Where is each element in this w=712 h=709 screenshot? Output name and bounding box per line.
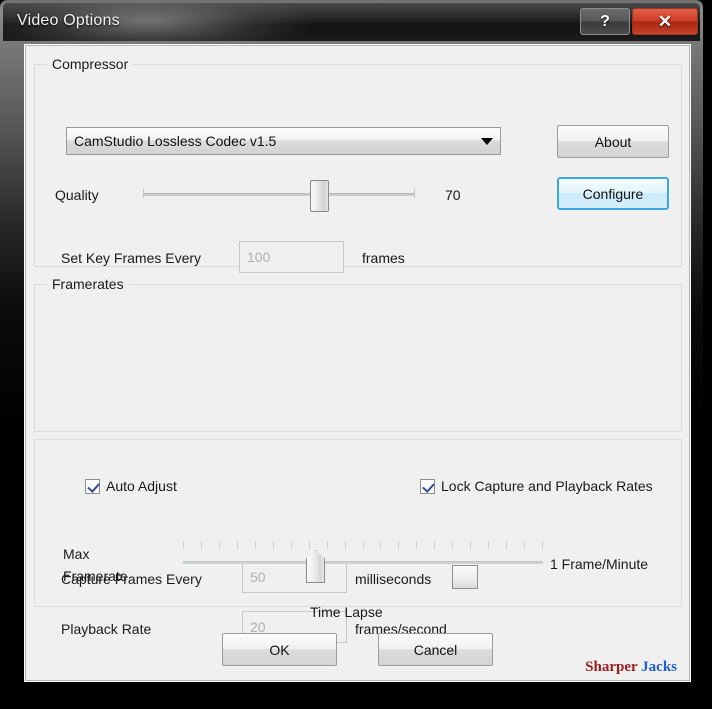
- watermark-second-word: Jacks: [641, 659, 677, 675]
- slider-tick: [237, 541, 238, 549]
- watermark-first-word: Sharper: [585, 659, 638, 675]
- timelapse-group: Auto Adjust Lock Capture and Playback Ra…: [34, 439, 682, 620]
- compressor-group: Compressor CamStudio Lossless Codec v1.5…: [34, 56, 682, 273]
- codec-dropdown-value: CamStudio Lossless Codec v1.5: [74, 133, 277, 149]
- auto-adjust-label: Auto Adjust: [106, 478, 177, 494]
- max-framerate-slider-thumb[interactable]: [306, 550, 325, 583]
- slider-tick: [363, 541, 364, 549]
- slider-tick: [488, 541, 489, 549]
- title-bar[interactable]: Video Options ? ✕: [3, 3, 700, 41]
- checkmark-icon: [85, 478, 100, 494]
- quality-value: 70: [445, 187, 461, 203]
- max-framerate-slider[interactable]: [183, 541, 543, 585]
- ok-button[interactable]: OK: [222, 633, 337, 666]
- quality-slider[interactable]: [143, 178, 415, 212]
- keyframe-input[interactable]: 100: [239, 241, 344, 273]
- configure-button[interactable]: Configure: [557, 177, 669, 210]
- framerates-group-label: Framerates: [47, 276, 129, 292]
- slider-tick-marks: [183, 541, 543, 552]
- close-button[interactable]: ✕: [632, 8, 698, 35]
- keyframe-unit-label: frames: [362, 250, 405, 266]
- playback-rate-label: Playback Rate: [61, 621, 152, 637]
- slider-tick: [219, 541, 220, 549]
- framerates-group: Framerates Capture Frames Every 50 milli…: [34, 276, 682, 643]
- quality-slider-track: [143, 193, 415, 196]
- dialog-client-area: Compressor CamStudio Lossless Codec v1.5…: [24, 44, 691, 682]
- keyframe-label: Set Key Frames Every: [61, 250, 202, 266]
- slider-tick: [255, 541, 256, 549]
- lock-rates-label: Lock Capture and Playback Rates: [441, 478, 653, 494]
- slider-tick: [309, 541, 310, 549]
- slider-tick: [345, 541, 346, 549]
- slider-tick: [434, 541, 435, 549]
- slider-tick: [291, 541, 292, 549]
- slider-tick: [380, 541, 381, 549]
- slider-tick: [273, 541, 274, 549]
- compressor-group-label: Compressor: [47, 56, 134, 72]
- slider-tick: [327, 541, 328, 549]
- window-frame: Video Options ? ✕ Compressor CamStudio L…: [0, 0, 703, 700]
- checkmark-icon: [420, 478, 435, 494]
- slider-tick: [452, 541, 453, 549]
- quality-slider-endcap-left: [143, 189, 144, 198]
- quality-label: Quality: [55, 187, 99, 203]
- timelapse-caption: Time Lapse: [310, 604, 383, 620]
- slider-tick: [398, 541, 399, 549]
- help-button[interactable]: ?: [580, 8, 630, 35]
- about-button[interactable]: About: [557, 125, 669, 158]
- max-framerate-slider-track: [183, 561, 543, 564]
- cancel-button[interactable]: Cancel: [378, 633, 493, 666]
- watermark: Sharper Jacks: [585, 659, 677, 676]
- max-framerate-value: 1 Frame/Minute: [550, 556, 649, 572]
- max-framerate-label-line2: Framerate: [63, 568, 128, 584]
- video-options-window: Video Options ? ✕ Compressor CamStudio L…: [0, 0, 712, 709]
- quality-slider-endcap-right: [414, 189, 415, 198]
- quality-slider-thumb[interactable]: [310, 180, 329, 212]
- max-framerate-label-line1: Max: [63, 546, 90, 562]
- slider-tick: [201, 541, 202, 549]
- slider-tick: [506, 541, 507, 549]
- chevron-down-icon: [474, 137, 500, 145]
- auto-adjust-checkbox[interactable]: Auto Adjust: [85, 478, 177, 494]
- slider-tick: [183, 541, 184, 549]
- slider-tick: [470, 541, 471, 549]
- slider-tick: [416, 541, 417, 549]
- window-title: Video Options: [17, 12, 120, 29]
- codec-dropdown[interactable]: CamStudio Lossless Codec v1.5: [66, 127, 501, 155]
- slider-tick: [542, 541, 543, 549]
- lock-rates-checkbox[interactable]: Lock Capture and Playback Rates: [420, 478, 653, 494]
- slider-tick: [524, 541, 525, 549]
